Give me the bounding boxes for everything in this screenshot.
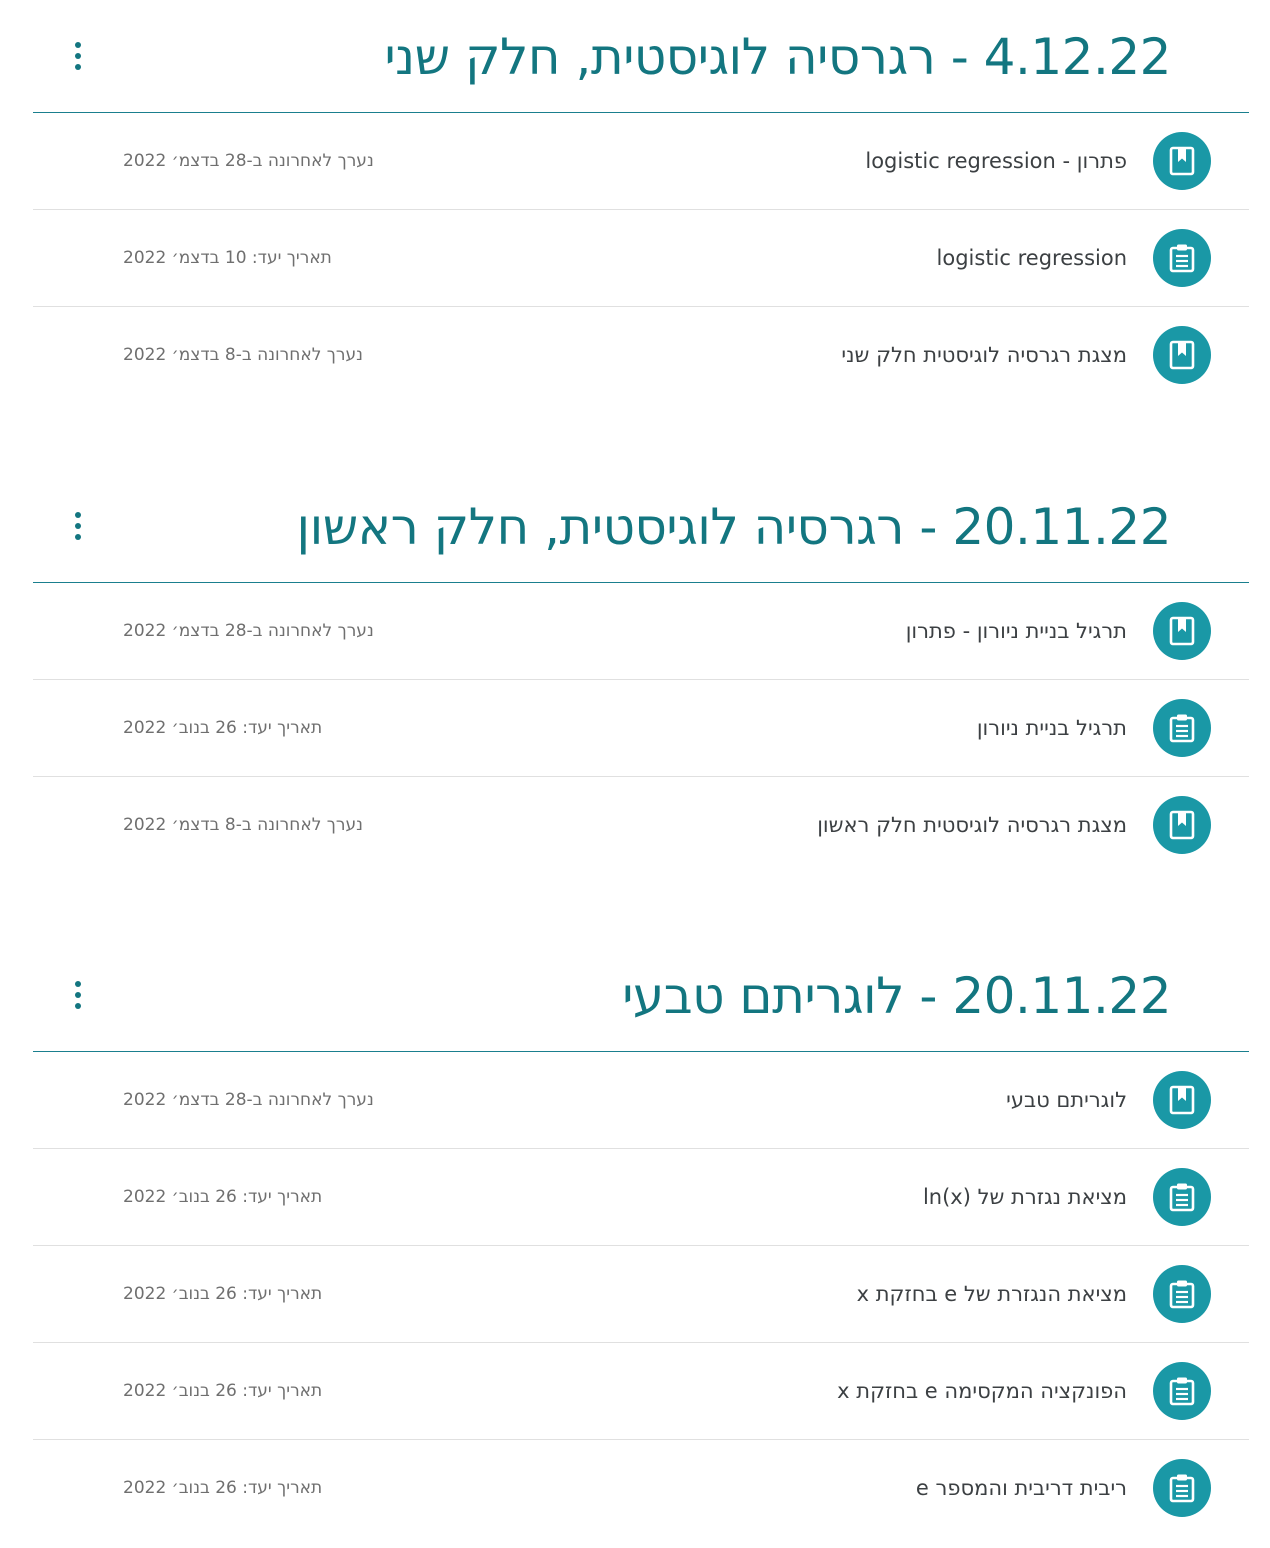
topic-title[interactable]: 4.12.22 - רגרסיה לוגיסטית, חלק שני <box>384 22 1171 92</box>
item-title[interactable]: מציאת נגזרת של ln(x) <box>923 1183 1127 1211</box>
more-options-icon <box>75 42 81 48</box>
classwork-item[interactable]: הפונקציה המקסימה e בחזקת x תאריך יעד: 26… <box>33 1343 1249 1440</box>
topic-header: 4.12.22 - רגרסיה לוגיסטית, חלק שני <box>33 0 1249 113</box>
item-title[interactable]: פתרון - logistic regression <box>865 147 1127 175</box>
item-meta: תאריך יעד: 26 בנוב׳ 2022 <box>123 1381 323 1401</box>
item-title[interactable]: הפונקציה המקסימה e בחזקת x <box>837 1377 1127 1405</box>
item-meta: תאריך יעד: 26 בנוב׳ 2022 <box>123 1284 323 1304</box>
item-meta: תאריך יעד: 26 בנוב׳ 2022 <box>123 1478 323 1498</box>
item-title[interactable]: תרגיל בניית ניורון - פתרון <box>906 617 1127 645</box>
classwork-item[interactable]: תרגיל בניית ניורון תאריך יעד: 26 בנוב׳ 2… <box>33 680 1249 777</box>
topic-items: לוגריתם טבעי נערך לאחרונה ב-28 בדצמ׳ 202… <box>33 1052 1249 1537</box>
classwork-item[interactable]: פתרון - logistic regression נערך לאחרונה… <box>33 113 1249 210</box>
classwork-item[interactable]: logistic regression תאריך יעד: 10 בדצמ׳ … <box>33 210 1249 307</box>
book-icon <box>1153 602 1211 660</box>
classwork-item[interactable]: מציאת הנגזרת של e בחזקת x תאריך יעד: 26 … <box>33 1246 1249 1343</box>
book-icon <box>1153 132 1211 190</box>
classwork-item[interactable]: לוגריתם טבעי נערך לאחרונה ב-28 בדצמ׳ 202… <box>33 1052 1249 1149</box>
item-meta: תאריך יעד: 10 בדצמ׳ 2022 <box>123 248 332 268</box>
more-options-button[interactable] <box>63 975 93 1015</box>
item-title[interactable]: מצגת רגרסיה לוגיסטית חלק שני <box>841 341 1127 369</box>
more-options-icon <box>75 981 81 987</box>
more-options-icon <box>75 53 81 59</box>
more-options-icon <box>75 534 81 540</box>
item-meta: נערך לאחרונה ב-8 בדצמ׳ 2022 <box>123 345 363 365</box>
item-meta: תאריך יעד: 26 בנוב׳ 2022 <box>123 718 323 738</box>
topic-section: 20.11.22 - רגרסיה לוגיסטית, חלק ראשון תר… <box>33 470 1249 874</box>
book-icon <box>1153 796 1211 854</box>
clipboard-icon <box>1153 699 1211 757</box>
clipboard-icon <box>1153 229 1211 287</box>
item-title[interactable]: תרגיל בניית ניורון <box>977 714 1127 742</box>
clipboard-icon <box>1153 1459 1211 1517</box>
item-meta: נערך לאחרונה ב-8 בדצמ׳ 2022 <box>123 815 363 835</box>
more-options-icon <box>75 523 81 529</box>
topic-items: תרגיל בניית ניורון - פתרון נערך לאחרונה … <box>33 583 1249 874</box>
item-title[interactable]: logistic regression <box>937 244 1127 272</box>
item-title[interactable]: לוגריתם טבעי <box>1006 1086 1127 1114</box>
item-meta: נערך לאחרונה ב-28 בדצמ׳ 2022 <box>123 621 374 641</box>
topic-section: 20.11.22 - לוגריתם טבעי לוגריתם טבעי נער… <box>33 939 1249 1537</box>
item-title[interactable]: מציאת הנגזרת של e בחזקת x <box>857 1280 1127 1308</box>
clipboard-icon <box>1153 1362 1211 1420</box>
item-meta: נערך לאחרונה ב-28 בדצמ׳ 2022 <box>123 151 374 171</box>
book-icon <box>1153 1071 1211 1129</box>
topic-header: 20.11.22 - לוגריתם טבעי <box>33 939 1249 1052</box>
topic-header: 20.11.22 - רגרסיה לוגיסטית, חלק ראשון <box>33 470 1249 583</box>
more-options-icon <box>75 512 81 518</box>
classwork-item[interactable]: ריבית דריבית והמספר e תאריך יעד: 26 בנוב… <box>33 1440 1249 1537</box>
topic-section: 4.12.22 - רגרסיה לוגיסטית, חלק שני פתרון… <box>33 0 1249 404</box>
classwork-item[interactable]: מציאת נגזרת של ln(x) תאריך יעד: 26 בנוב׳… <box>33 1149 1249 1246</box>
more-options-icon <box>75 1003 81 1009</box>
clipboard-icon <box>1153 1265 1211 1323</box>
item-meta: תאריך יעד: 26 בנוב׳ 2022 <box>123 1187 323 1207</box>
topic-title[interactable]: 20.11.22 - רגרסיה לוגיסטית, חלק ראשון <box>296 492 1171 562</box>
more-options-icon <box>75 992 81 998</box>
classwork-item[interactable]: מצגת רגרסיה לוגיסטית חלק שני נערך לאחרונ… <box>33 307 1249 404</box>
classwork-item[interactable]: תרגיל בניית ניורון - פתרון נערך לאחרונה … <box>33 583 1249 680</box>
item-title[interactable]: ריבית דריבית והמספר e <box>916 1474 1127 1502</box>
classwork-page: 4.12.22 - רגרסיה לוגיסטית, חלק שני פתרון… <box>0 0 1270 1548</box>
item-meta: נערך לאחרונה ב-28 בדצמ׳ 2022 <box>123 1090 374 1110</box>
classwork-item[interactable]: מצגת רגרסיה לוגיסטית חלק ראשון נערך לאחר… <box>33 777 1249 874</box>
clipboard-icon <box>1153 1168 1211 1226</box>
item-title[interactable]: מצגת רגרסיה לוגיסטית חלק ראשון <box>817 811 1127 839</box>
topic-items: פתרון - logistic regression נערך לאחרונה… <box>33 113 1249 404</box>
more-options-button[interactable] <box>63 506 93 546</box>
more-options-icon <box>75 64 81 70</box>
book-icon <box>1153 326 1211 384</box>
more-options-button[interactable] <box>63 36 93 76</box>
topic-title[interactable]: 20.11.22 - לוגריתם טבעי <box>622 961 1171 1031</box>
